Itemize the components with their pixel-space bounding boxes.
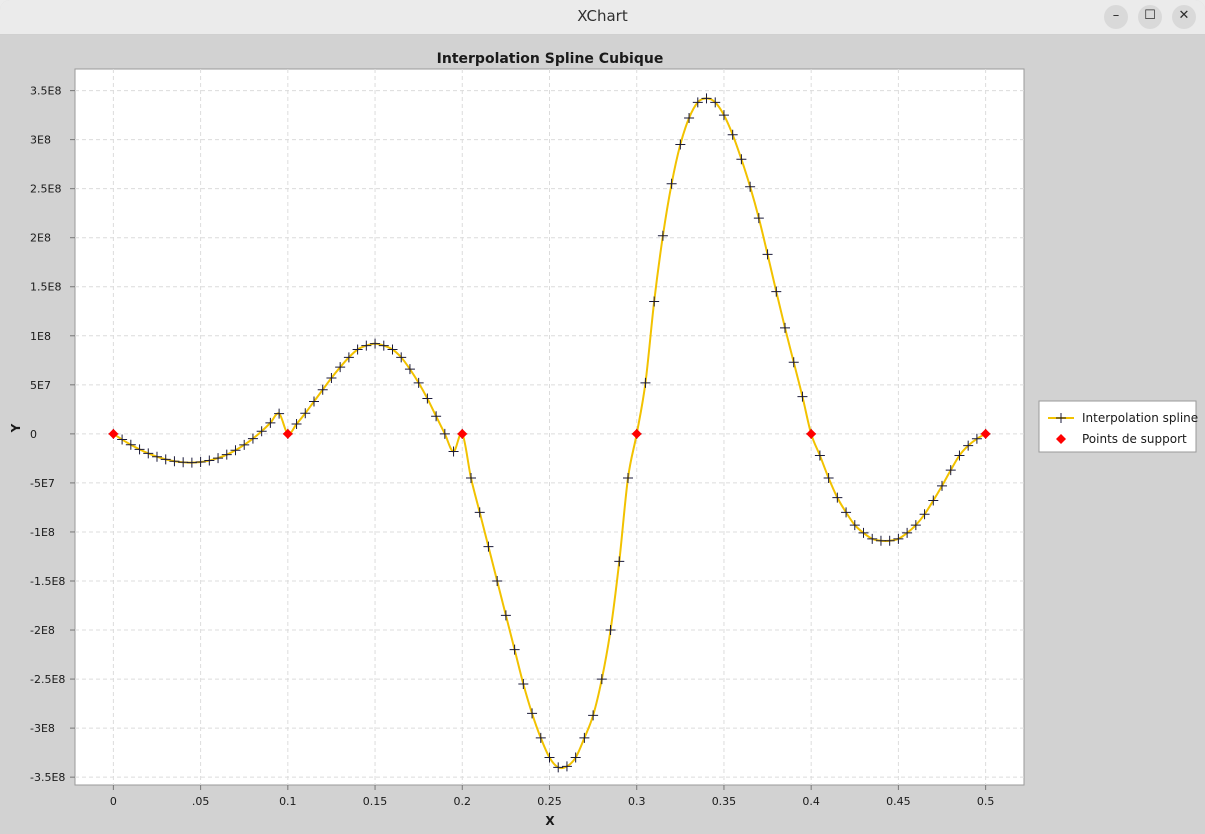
x-axis-label: X [545, 814, 555, 828]
y-axis-label: Y [9, 423, 23, 433]
y-tick-label: 2.5E8 [30, 183, 61, 196]
x-tick-label: 0.35 [712, 795, 737, 808]
close-button[interactable]: ✕ [1172, 5, 1196, 29]
y-tick-label: -3E8 [30, 722, 55, 735]
x-tick-label: 0.25 [537, 795, 562, 808]
x-tick-label: 0.5 [977, 795, 995, 808]
chart-panel: 3.5E8 3E8 2.5E8 2E8 1.5E8 1E8 5E7 0 -5E7 -1E8 -1.5… [2, 35, 1203, 834]
window-title: XChart [577, 7, 628, 25]
y-tick-label: 1E8 [30, 330, 51, 343]
y-tick-label: 1.5E8 [30, 281, 61, 294]
minimize-button[interactable]: – [1104, 5, 1128, 29]
y-tick-label: -1E8 [30, 526, 55, 539]
y-axis: 3.5E8 3E8 2.5E8 2E8 1.5E8 1E8 5E7 0 -5E7 -1E8 -1.5… [30, 85, 75, 784]
title-bar[interactable]: XChart – ☐ ✕ [0, 0, 1205, 35]
y-tick-label: -1.5E8 [30, 575, 65, 588]
y-tick-label: -2E8 [30, 624, 55, 637]
x-tick-label: 0.45 [886, 795, 911, 808]
y-tick-label: -5E7 [30, 477, 55, 490]
y-tick-label: -2.5E8 [30, 673, 65, 686]
maximize-button[interactable]: ☐ [1138, 5, 1162, 29]
x-tick-label: 0.4 [802, 795, 820, 808]
x-tick-label: .05 [192, 795, 210, 808]
x-tick-label: 0.1 [279, 795, 297, 808]
legend-label-spline: Interpolation spline [1082, 411, 1198, 425]
y-tick-label: 2E8 [30, 232, 51, 245]
y-tick-label: 3.5E8 [30, 85, 61, 98]
x-axis: 0 .05 0.1 0.15 0.2 0.25 0.3 0.35 0.4 0.45 0.5 [110, 785, 994, 808]
chart-svg: 3.5E8 3E8 2.5E8 2E8 1.5E8 1E8 5E7 0 -5E7 -1E8 -1.5… [9, 51, 1198, 828]
x-tick-label: 0.2 [454, 795, 472, 808]
y-tick-label: 0 [30, 428, 37, 441]
x-tick-label: 0.3 [628, 795, 646, 808]
legend-label-support: Points de support [1082, 432, 1187, 446]
y-tick-label: 5E7 [30, 379, 51, 392]
y-tick-label: -3.5E8 [30, 771, 65, 784]
app-window: XChart – ☐ ✕ 3.5E8 3E8 2.5E8 2E8 1.5E8 1E8 5E7… [0, 0, 1205, 834]
legend: Interpolation spline Points de support [1038, 400, 1198, 453]
x-tick-label: 0 [110, 795, 117, 808]
x-tick-label: 0.15 [363, 795, 388, 808]
chart-title: Interpolation Spline Cubique [437, 51, 664, 67]
y-tick-label: 3E8 [30, 134, 51, 147]
